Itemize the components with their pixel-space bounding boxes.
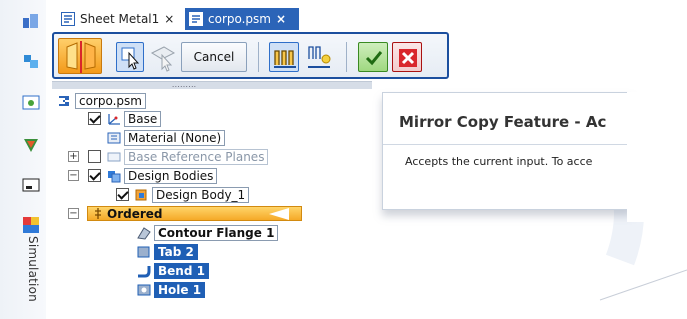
- sheet-metal-doc-icon: [59, 96, 69, 106]
- visibility-checkbox[interactable]: [88, 150, 101, 163]
- tree-label: corpo.psm: [75, 93, 146, 109]
- collapse-toggle[interactable]: −: [68, 208, 79, 219]
- tab-label: Sheet Metal1: [80, 12, 160, 26]
- tab-label: corpo.psm: [208, 12, 271, 26]
- select-features-button[interactable]: [116, 42, 144, 72]
- tree-label: Design Body_1: [152, 187, 250, 203]
- tooltip-body: Accepts the current input. To acce: [405, 155, 593, 168]
- ordered-group[interactable]: Ordered: [87, 206, 302, 221]
- feature-item[interactable]: Hole 1: [136, 282, 206, 298]
- visibility-checkbox[interactable]: [88, 112, 101, 125]
- cancel-button[interactable]: Cancel: [181, 42, 247, 72]
- tab-sheet-metal1[interactable]: Sheet Metal1 ×: [57, 8, 184, 30]
- divider: [383, 144, 631, 145]
- parts-icon[interactable]: [22, 52, 40, 70]
- sim-icon[interactable]: [22, 136, 40, 154]
- tree-label: Base Reference Planes: [124, 149, 269, 165]
- select-cursor-disabled-icon: [150, 46, 176, 72]
- contour-flange-icon: [137, 227, 151, 240]
- simulation-label[interactable]: Simulation: [20, 236, 40, 310]
- tree-item-base[interactable]: Base: [106, 111, 162, 127]
- tooltip-title: Mirror Copy Feature - Ac: [399, 113, 607, 131]
- tooltip-clip: [627, 92, 687, 222]
- tree-label: Contour Flange 1: [154, 225, 279, 241]
- tree-item-design-body-1[interactable]: Design Body_1: [134, 187, 250, 203]
- smart-option-button[interactable]: [303, 42, 333, 72]
- visibility-checkbox[interactable]: [116, 188, 129, 201]
- tree-root[interactable]: corpo.psm: [57, 93, 146, 109]
- select-cursor-icon: [121, 47, 140, 70]
- design-body-icon: [135, 189, 147, 201]
- tooltip-panel: Mirror Copy Feature - Ac Accepts the cur…: [382, 92, 632, 210]
- close-icon[interactable]: ×: [276, 12, 286, 26]
- ordered-icon: [95, 208, 101, 219]
- view-icon[interactable]: [22, 94, 40, 112]
- rollback-arrow-icon[interactable]: [269, 208, 289, 220]
- tree-label: Design Bodies: [124, 168, 218, 184]
- sheet-metal-doc-icon: [189, 12, 203, 26]
- feature-item[interactable]: Bend 1: [136, 263, 209, 279]
- reference-plane-icon: [107, 152, 121, 162]
- tree-label: Base: [124, 111, 162, 127]
- select-faces-button[interactable]: [147, 42, 177, 72]
- simulation-color-icon[interactable]: [22, 216, 40, 234]
- material-icon: [107, 132, 121, 144]
- tree-label: Material (None): [124, 130, 226, 146]
- grip-dots: .........: [172, 81, 197, 89]
- smart-option-icon: [308, 46, 331, 68]
- mirror-feature-button[interactable]: [58, 38, 102, 74]
- ordered-label: Ordered: [107, 207, 163, 221]
- visibility-checkbox[interactable]: [88, 169, 101, 182]
- close-button[interactable]: [392, 42, 422, 72]
- checkmark-icon: [365, 51, 383, 66]
- tree-label: Bend 1: [154, 263, 209, 279]
- accept-button[interactable]: [358, 42, 388, 72]
- display-icon[interactable]: [22, 177, 40, 195]
- tab-corpo-psm[interactable]: corpo.psm ×: [185, 8, 299, 30]
- sheet-metal-doc-icon: [61, 12, 75, 26]
- command-bar: Cancel: [52, 32, 449, 79]
- tree-item-material[interactable]: Material (None): [106, 130, 226, 146]
- design-bodies-icon: [108, 171, 121, 183]
- tree-item-design-bodies[interactable]: Design Bodies: [106, 168, 218, 184]
- feature-item[interactable]: Tab 2: [136, 244, 198, 260]
- close-icon[interactable]: ×: [164, 12, 174, 26]
- bend-feature-icon: [138, 266, 151, 278]
- mirror-option-icon: [274, 50, 296, 68]
- tab-feature-icon: [137, 246, 150, 258]
- collapse-toggle[interactable]: −: [68, 170, 79, 181]
- expand-toggle[interactable]: +: [68, 151, 79, 162]
- coordinate-system-icon: [108, 114, 120, 125]
- feature-item[interactable]: Contour Flange 1: [136, 225, 279, 241]
- left-toolbar: Simulation: [0, 0, 46, 319]
- tree-item-reference-planes[interactable]: Base Reference Planes: [106, 149, 269, 165]
- tree-label: Hole 1: [154, 282, 206, 298]
- hole-feature-icon: [137, 284, 151, 296]
- red-x-icon: [399, 49, 417, 67]
- mirror-option-button[interactable]: [269, 42, 299, 72]
- separator: [258, 42, 259, 72]
- tree-label: Tab 2: [154, 244, 198, 260]
- resize-grip[interactable]: .........: [52, 81, 372, 89]
- mirror-icon: [66, 41, 96, 73]
- separator: [346, 42, 347, 72]
- assembly-icon[interactable]: [22, 12, 40, 30]
